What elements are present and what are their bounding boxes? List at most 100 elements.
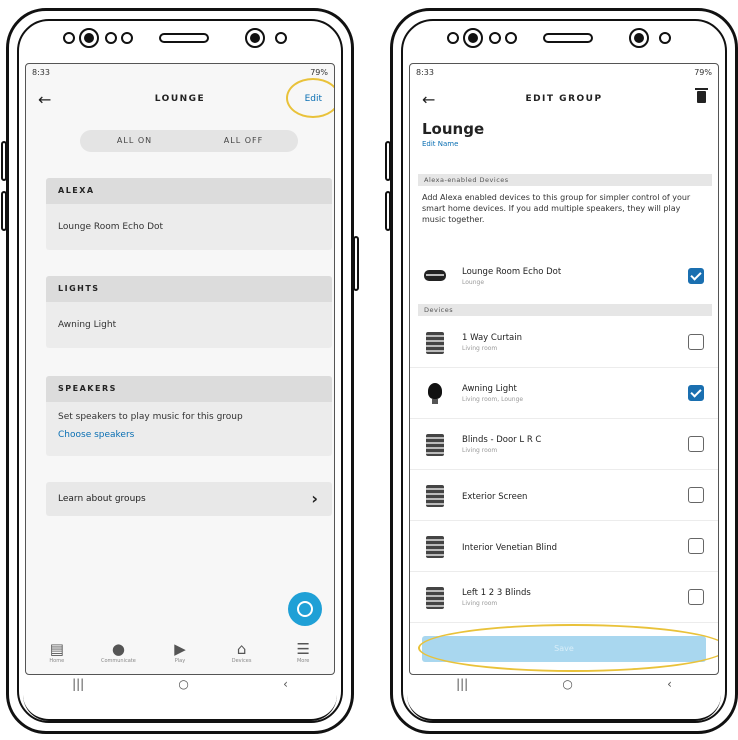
speakers-card: SPEAKERS Set speakers to play music for … — [46, 376, 332, 456]
earpiece-speaker — [159, 33, 209, 43]
device-checkbox[interactable] — [688, 538, 704, 554]
nav-label: Devices — [231, 658, 252, 664]
left-screen: 8:33 79% ← LOUNGE Edit ALL ON ALL OFF AL… — [25, 63, 335, 675]
device-name: Lounge Room Echo Dot — [462, 267, 562, 277]
status-time: 8:33 — [416, 68, 434, 77]
trash-icon[interactable] — [695, 88, 708, 103]
device-row[interactable]: Interior Venetian Blind — [410, 522, 718, 572]
left-phone-frame: 8:33 79% ← LOUNGE Edit ALL ON ALL OFF AL… — [1, 8, 359, 734]
top-bezel — [9, 25, 351, 51]
device-name: Awning Light — [462, 384, 517, 394]
device-checkbox[interactable] — [688, 385, 704, 401]
app-bar: ← LOUNGE Edit — [26, 78, 334, 118]
right-phone-frame: 8:33 79% ← EDIT GROUP Lounge Edit Name A… — [385, 8, 738, 734]
device-row[interactable]: Left 1 2 3 Blinds Living room — [410, 573, 718, 623]
nav-label: Play — [174, 658, 186, 664]
chevron-right-icon: › — [311, 489, 318, 508]
sensor-dot — [275, 32, 287, 44]
page-title: EDIT GROUP — [525, 94, 603, 104]
device-name: Exterior Screen — [462, 492, 528, 502]
phone-chin — [23, 695, 337, 721]
device-name: Left 1 2 3 Blinds — [462, 588, 531, 598]
curtain-icon — [426, 332, 444, 354]
learn-about-groups-row[interactable]: Learn about groups › — [46, 482, 332, 516]
volume-up-button — [385, 141, 391, 181]
sensor-dot — [489, 32, 501, 44]
nav-label: Communicate — [100, 658, 136, 664]
curtain-icon — [426, 587, 444, 609]
right-screen: 8:33 79% ← EDIT GROUP Lounge Edit Name A… — [409, 63, 719, 675]
nav-play[interactable]: ▶ Play — [155, 640, 205, 664]
device-checkbox[interactable] — [688, 487, 704, 503]
iris-camera — [629, 28, 649, 48]
device-row[interactable]: Blinds - Door L R C Living room — [410, 420, 718, 470]
system-nav-bar: ||| ○ ‹ — [409, 677, 719, 697]
lights-card: LIGHTS Awning Light — [46, 276, 332, 348]
recent-apps-icon[interactable]: ||| — [456, 677, 468, 697]
echo-dot-icon — [424, 270, 446, 281]
system-back-icon[interactable]: ‹ — [283, 677, 288, 697]
nav-label: Home — [49, 658, 65, 664]
top-bezel — [393, 25, 735, 51]
device-checkbox[interactable] — [688, 436, 704, 452]
device-room: Living room, Lounge — [462, 396, 524, 403]
home-circle-icon[interactable]: ○ — [562, 677, 572, 697]
choose-speakers-link[interactable]: Choose speakers — [58, 430, 320, 440]
system-nav-bar: ||| ○ ‹ — [25, 677, 335, 697]
alexa-voice-button[interactable] — [288, 592, 322, 626]
front-camera — [463, 28, 483, 48]
status-battery: 79% — [694, 68, 712, 77]
volume-down-button — [385, 191, 391, 231]
device-name: Interior Venetian Blind — [462, 543, 558, 553]
all-on-off-toggle: ALL ON ALL OFF — [80, 130, 298, 152]
alexa-card: ALEXA Lounge Room Echo Dot — [46, 178, 332, 250]
app-bar: ← EDIT GROUP — [410, 86, 718, 116]
home-icon: ▤ — [49, 640, 64, 658]
iris-camera — [245, 28, 265, 48]
device-room: Living room — [462, 447, 498, 454]
device-checkbox[interactable] — [688, 268, 704, 284]
phone-chin — [407, 695, 721, 721]
group-description: Add Alexa enabled devices to this group … — [422, 193, 691, 224]
power-button — [353, 236, 359, 291]
status-bar: 8:33 79% — [416, 68, 712, 82]
echo-device-row[interactable]: Lounge Room Echo Dot Lounge — [410, 252, 718, 302]
bottom-nav: ▤ Home ● Communicate ▶ Play ⌂ Devices ☰ … — [26, 636, 334, 674]
device-row[interactable]: Exterior Screen — [410, 471, 718, 521]
curtain-icon — [426, 434, 444, 456]
light-device-item[interactable]: Awning Light — [46, 302, 332, 348]
all-on-button[interactable]: ALL ON — [80, 130, 189, 152]
devices-icon: ⌂ — [236, 640, 247, 658]
all-off-button[interactable]: ALL OFF — [189, 130, 298, 152]
edit-name-link[interactable]: Edit Name — [422, 140, 458, 148]
light-bulb-icon — [428, 383, 442, 404]
volume-up-button — [1, 141, 7, 181]
sensor-dot — [659, 32, 671, 44]
status-bar: 8:33 79% — [32, 68, 328, 82]
sensor-dot — [447, 32, 459, 44]
device-checkbox[interactable] — [688, 334, 704, 350]
earpiece-speaker — [543, 33, 593, 43]
play-icon: ▶ — [174, 640, 186, 658]
nav-communicate[interactable]: ● Communicate — [93, 640, 143, 664]
volume-down-button — [1, 191, 7, 231]
nav-home[interactable]: ▤ Home — [32, 640, 82, 664]
device-checkbox[interactable] — [688, 589, 704, 605]
speakers-description: Set speakers to play music for this grou… — [58, 412, 243, 422]
nav-label: More — [296, 658, 310, 664]
device-room: Living room — [462, 600, 498, 607]
device-row[interactable]: 1 Way Curtain Living room — [410, 318, 718, 368]
alexa-device-item[interactable]: Lounge Room Echo Dot — [46, 204, 332, 250]
system-back-icon[interactable]: ‹ — [667, 677, 672, 697]
alexa-devices-section-header: Alexa-enabled Devices — [418, 174, 712, 186]
device-row[interactable]: Awning Light Living room, Lounge — [410, 369, 718, 419]
home-circle-icon[interactable]: ○ — [178, 677, 188, 697]
group-name: Lounge — [422, 120, 485, 138]
recent-apps-icon[interactable]: ||| — [72, 677, 84, 697]
nav-more[interactable]: ☰ More — [278, 640, 328, 664]
device-room: Lounge — [462, 279, 485, 286]
speakers-body: Set speakers to play music for this grou… — [46, 402, 332, 456]
edit-highlight-annotation — [286, 78, 334, 118]
sensor-dot — [63, 32, 75, 44]
nav-devices[interactable]: ⌂ Devices — [217, 640, 267, 664]
